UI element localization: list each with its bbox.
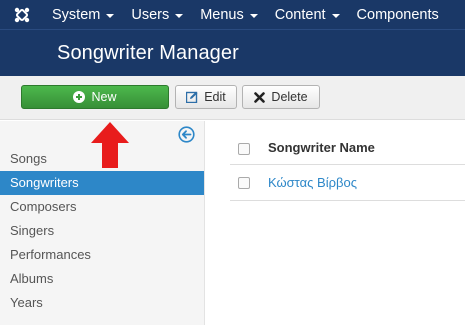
sidebar-list: Songs Songwriters Composers Singers Perf… xyxy=(0,147,204,315)
select-all-checkbox[interactable] xyxy=(238,143,250,155)
sidebar-item-singers[interactable]: Singers xyxy=(0,219,204,243)
menu-components[interactable]: Components xyxy=(349,0,448,29)
songwriter-name-link[interactable]: Κώστας Βίρβος xyxy=(268,175,357,190)
sidebar-item-performances[interactable]: Performances xyxy=(0,243,204,267)
row-checkbox[interactable] xyxy=(238,177,250,189)
red-arrow-up-icon xyxy=(90,121,130,169)
menu-users[interactable]: Users xyxy=(123,0,192,29)
edit-button[interactable]: Edit xyxy=(175,85,237,109)
top-navbar: System Users Menus Content Components xyxy=(0,0,465,29)
close-icon xyxy=(254,91,266,103)
page-header: Songwriter Manager xyxy=(0,29,465,76)
edit-icon xyxy=(186,91,198,103)
delete-button-label: Delete xyxy=(271,90,308,104)
page-title: Songwriter Manager xyxy=(57,42,239,64)
table-row: Κώστας Βίρβος xyxy=(230,165,465,201)
menu-menus[interactable]: Menus xyxy=(192,0,267,29)
sidebar-item-albums[interactable]: Albums xyxy=(0,267,204,291)
table-header: Songwriter Name xyxy=(230,133,465,165)
edit-button-label: Edit xyxy=(204,90,226,104)
sidebar-item-years[interactable]: Years xyxy=(0,291,204,315)
menu-system[interactable]: System xyxy=(44,0,123,29)
menu-menus-label: Menus xyxy=(200,6,244,23)
sidebar-item-composers[interactable]: Composers xyxy=(0,195,204,219)
new-button-label: New xyxy=(91,90,117,104)
sidebar-item-songwriters[interactable]: Songwriters xyxy=(0,171,204,195)
menu-components-label: Components xyxy=(356,6,439,23)
caret-down-icon xyxy=(249,13,258,18)
menu-users-label: Users xyxy=(131,6,170,23)
collapse-sidebar-icon[interactable] xyxy=(178,126,195,143)
plus-circle-icon xyxy=(73,91,86,103)
menu-content[interactable]: Content xyxy=(267,0,349,29)
menu-content-label: Content xyxy=(274,6,326,23)
delete-button[interactable]: Delete xyxy=(242,85,320,109)
new-button[interactable]: New xyxy=(21,85,169,109)
caret-down-icon xyxy=(106,13,115,18)
column-header-songwriter-name[interactable]: Songwriter Name xyxy=(268,140,375,155)
menu-system-label: System xyxy=(52,6,101,23)
caret-down-icon xyxy=(175,13,184,18)
joomla-logo-icon[interactable] xyxy=(0,0,44,29)
caret-down-icon xyxy=(331,13,340,18)
toolbar: New Edit Delete xyxy=(0,76,465,120)
